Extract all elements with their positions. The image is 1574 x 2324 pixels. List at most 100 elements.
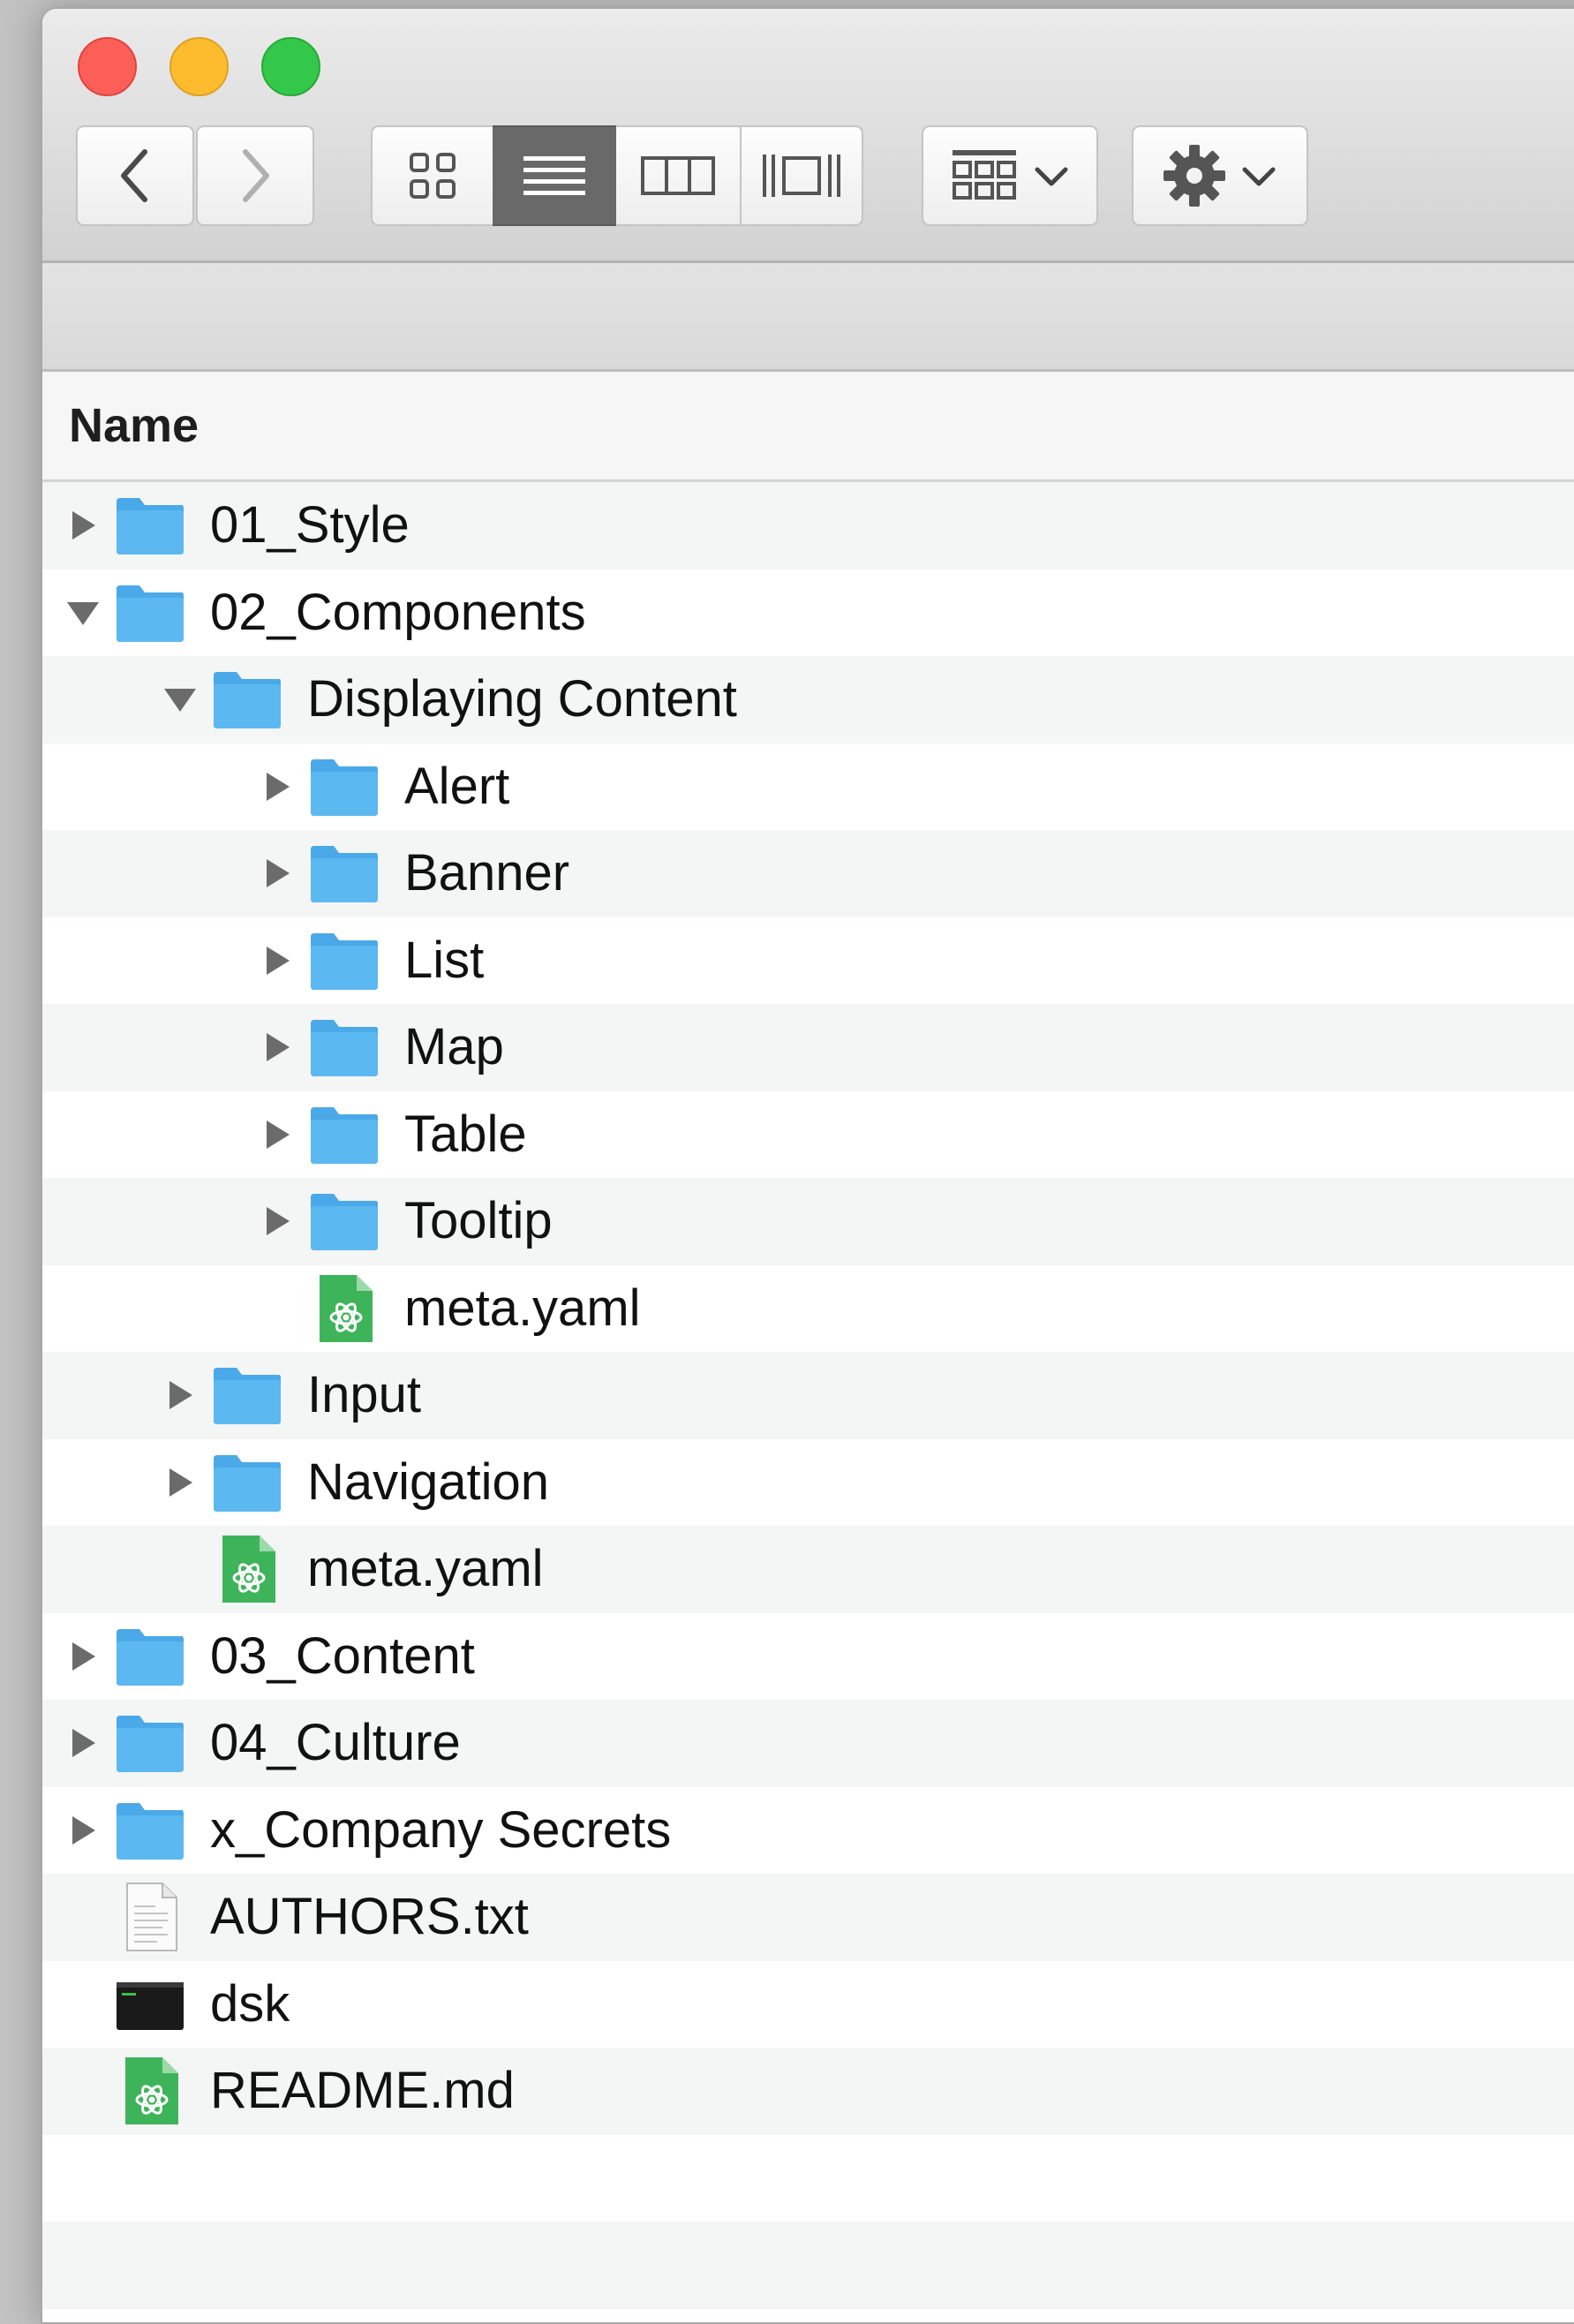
- item-name-label: List: [404, 932, 484, 990]
- item-name-label: 03_Content: [210, 1627, 475, 1686]
- text-document-icon: [120, 1880, 194, 1945]
- list-item[interactable]: List: [42, 917, 1574, 1005]
- folder-icon: [307, 754, 381, 819]
- list-item[interactable]: Map: [42, 1004, 1574, 1091]
- list-item[interactable]: README.md: [42, 2048, 1574, 2135]
- item-name-label: meta.yaml: [307, 1540, 544, 1598]
- file-list: 01_Style 02_Components Displaying Conten…: [42, 482, 1574, 2324]
- list-item[interactable]: Navigation: [42, 1439, 1574, 1527]
- back-button[interactable]: [76, 125, 194, 226]
- list-item[interactable]: 03_Content: [42, 1613, 1574, 1701]
- zoom-window-button[interactable]: [261, 37, 320, 96]
- disclosure-collapsed-icon[interactable]: [64, 1637, 102, 1676]
- disclosure-collapsed-icon[interactable]: [258, 767, 297, 806]
- gear-icon: [1162, 143, 1227, 208]
- cover-flow-icon: [759, 149, 844, 202]
- atom-document-icon: [120, 2054, 194, 2119]
- item-name-label: Table: [404, 1105, 527, 1164]
- disclosure-collapsed-icon[interactable]: [258, 1115, 297, 1154]
- folder-icon: [113, 1624, 187, 1689]
- folder-icon: [307, 1188, 381, 1254]
- terminal-executable-icon: [113, 1972, 187, 2037]
- icon-view-icon: [406, 149, 459, 202]
- list-item[interactable]: Table: [42, 1091, 1574, 1179]
- item-name-label: 04_Culture: [210, 1714, 461, 1772]
- item-name-label: Tooltip: [404, 1192, 553, 1250]
- folder-icon: [307, 928, 381, 993]
- arrange-dropdown-button[interactable]: [922, 125, 1098, 226]
- list-column-header[interactable]: Name: [42, 372, 1574, 482]
- list-item[interactable]: Alert: [42, 743, 1574, 831]
- item-name-label: Banner: [404, 844, 569, 902]
- chevron-down-icon: [1032, 162, 1071, 189]
- disclosure-collapsed-icon[interactable]: [258, 1028, 297, 1067]
- arrange-grid-icon: [949, 147, 1020, 205]
- list-item[interactable]: x_Company Secrets: [42, 1787, 1574, 1875]
- list-item[interactable]: Banner: [42, 830, 1574, 917]
- list-item[interactable]: Tooltip: [42, 1178, 1574, 1265]
- item-name-label: README.md: [210, 2062, 515, 2120]
- list-item[interactable]: Displaying Content: [42, 656, 1574, 743]
- atom-document-icon: [314, 1271, 388, 1337]
- name-column-header[interactable]: Name: [69, 398, 199, 453]
- item-name-label: Alert: [404, 758, 509, 816]
- list-item[interactable]: Input: [42, 1352, 1574, 1439]
- column-view-button[interactable]: [616, 125, 740, 226]
- folder-icon: [210, 1362, 284, 1428]
- disclosure-collapsed-icon[interactable]: [64, 506, 102, 545]
- folder-icon: [307, 1102, 381, 1167]
- disclosure-collapsed-icon[interactable]: [161, 1463, 200, 1502]
- item-name-label: AUTHORS.txt: [210, 1888, 529, 1946]
- title-toolbar: [42, 9, 1574, 263]
- item-name-label: Map: [404, 1018, 504, 1076]
- disclosure-expanded-icon[interactable]: [161, 680, 200, 719]
- list-item[interactable]: dsk: [42, 1961, 1574, 2049]
- item-name-label: x_Company Secrets: [210, 1801, 671, 1860]
- column-view-icon: [640, 149, 716, 202]
- item-name-label: 02_Components: [210, 584, 586, 642]
- folder-icon: [307, 1015, 381, 1080]
- empty-row: [42, 2309, 1574, 2324]
- disclosure-collapsed-icon[interactable]: [64, 1811, 102, 1850]
- list-item[interactable]: 02_Components: [42, 570, 1574, 657]
- chevron-down-icon: [1239, 162, 1278, 189]
- action-menu-button[interactable]: [1132, 125, 1308, 226]
- icon-view-button[interactable]: [371, 125, 493, 226]
- empty-row: [42, 2135, 1574, 2222]
- disclosure-collapsed-icon[interactable]: [258, 941, 297, 980]
- disclosure-expanded-icon[interactable]: [64, 593, 102, 632]
- item-name-label: meta.yaml: [404, 1279, 641, 1338]
- item-name-label: Navigation: [307, 1453, 549, 1512]
- disclosure-collapsed-icon[interactable]: [161, 1376, 200, 1415]
- close-window-button[interactable]: [78, 37, 137, 96]
- list-item[interactable]: 04_Culture: [42, 1700, 1574, 1787]
- item-name-label: Displaying Content: [307, 670, 737, 728]
- disclosure-collapsed-icon[interactable]: [64, 1724, 102, 1762]
- chevron-left-icon: [113, 145, 157, 207]
- folder-icon: [113, 1710, 187, 1776]
- folder-icon: [113, 1798, 187, 1863]
- list-item[interactable]: meta.yaml: [42, 1526, 1574, 1613]
- finder-window: Name 01_Style 02_Components Displaying C…: [41, 7, 1574, 2324]
- cover-flow-view-button[interactable]: [740, 125, 863, 226]
- list-item[interactable]: 01_Style: [42, 482, 1574, 570]
- item-name-label: 01_Style: [210, 496, 410, 555]
- chevron-right-icon: [233, 145, 277, 207]
- folder-icon: [307, 841, 381, 906]
- atom-document-icon: [217, 1532, 291, 1597]
- list-view-icon: [522, 149, 587, 202]
- disclosure-collapsed-icon[interactable]: [258, 1202, 297, 1241]
- minimize-window-button[interactable]: [169, 37, 229, 96]
- folder-icon: [113, 580, 187, 645]
- list-item[interactable]: AUTHORS.txt: [42, 1874, 1574, 1961]
- disclosure-collapsed-icon[interactable]: [258, 854, 297, 893]
- forward-button[interactable]: [196, 125, 314, 226]
- empty-row: [42, 2222, 1574, 2309]
- folder-icon: [210, 1450, 284, 1515]
- list-item[interactable]: meta.yaml: [42, 1265, 1574, 1353]
- folder-icon: [210, 667, 284, 732]
- item-name-label: dsk: [210, 1975, 290, 2034]
- path-bar: [42, 263, 1574, 372]
- folder-icon: [113, 493, 187, 558]
- list-view-button[interactable]: [493, 125, 616, 226]
